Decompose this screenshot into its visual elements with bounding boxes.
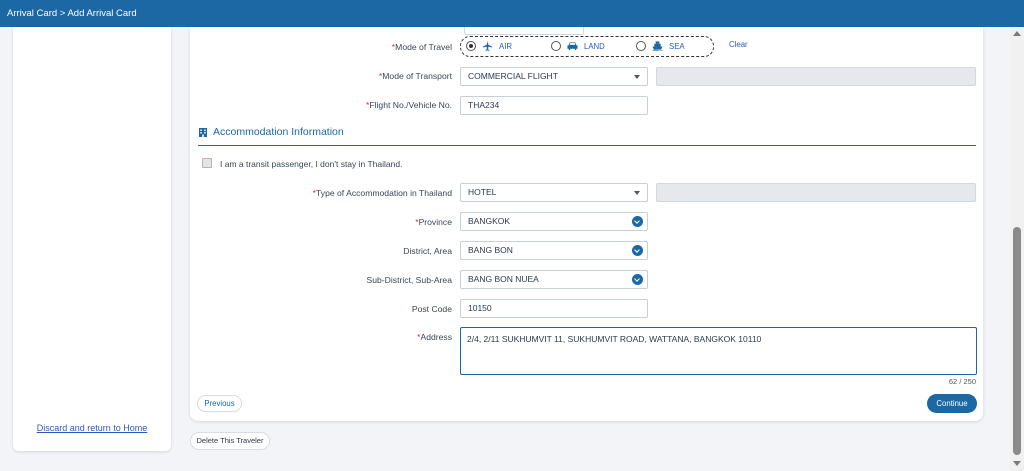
car-icon xyxy=(567,42,578,51)
mode-of-transport-value: COMMERCIAL FLIGHT xyxy=(468,71,558,81)
radio-land-label: LAND xyxy=(584,41,605,51)
scroll-down-arrow-icon[interactable] xyxy=(1013,461,1021,466)
section-title: Accommodation Information xyxy=(198,126,344,138)
subdistrict-label: Sub-District, Sub-Area xyxy=(366,275,453,285)
province-select[interactable]: BANGKOK xyxy=(460,212,648,231)
delete-traveler-button[interactable]: Delete This Traveler xyxy=(190,432,270,450)
mode-of-transport-select[interactable]: COMMERCIAL FLIGHT xyxy=(460,67,648,86)
accommodation-type-select[interactable]: HOTEL xyxy=(460,183,648,202)
previous-field-edge xyxy=(464,27,584,35)
radio-air-circle[interactable] xyxy=(466,41,476,51)
accommodation-other-field xyxy=(656,183,976,202)
subdistrict-value: BANG BON NUEA xyxy=(468,274,539,284)
address-textarea[interactable]: 2/4, 2/11 SUKHUMVIT 11, SUKHUMVIT ROAD, … xyxy=(460,327,977,375)
previous-button[interactable]: Previous xyxy=(197,395,242,412)
chevron-down-icon xyxy=(632,245,643,256)
form-panel: *Mode of Travel AIR LAND SEA Clear *Mode… xyxy=(190,27,983,421)
province-value: BANGKOK xyxy=(468,216,511,226)
mode-of-travel-label: *Mode of Travel xyxy=(391,42,452,52)
continue-button[interactable]: Continue xyxy=(927,394,977,413)
district-value: BANG BON xyxy=(468,245,513,255)
mode-of-transport-label: *Mode of Transport xyxy=(378,71,452,81)
left-panel: Discard and return to Home xyxy=(13,27,171,451)
building-icon xyxy=(199,128,207,137)
transit-passenger-label: I am a transit passenger, I don't stay i… xyxy=(220,159,403,169)
subdistrict-select[interactable]: BANG BON NUEA xyxy=(460,270,648,289)
breadcrumb: Arrival Card > Add Arrival Card xyxy=(7,8,137,19)
flight-number-label: *Flight No./Vehicle No. xyxy=(366,100,452,110)
section-title-text: Accommodation Information xyxy=(213,126,344,138)
discard-return-home-link[interactable]: Discard and return to Home xyxy=(13,423,171,433)
radio-sea-circle[interactable] xyxy=(636,41,646,51)
flight-number-input[interactable]: THA234 xyxy=(460,96,648,115)
radio-sea[interactable]: SEA xyxy=(636,41,685,51)
top-bar: Arrival Card > Add Arrival Card xyxy=(0,0,1024,27)
airplane-icon xyxy=(482,41,493,51)
chevron-down-icon xyxy=(632,274,643,285)
transport-other-field xyxy=(656,67,976,86)
scroll-up-arrow-icon[interactable] xyxy=(1013,31,1021,36)
province-label: *Province xyxy=(415,217,452,227)
chevron-down-icon xyxy=(632,216,643,227)
radio-air-label: AIR xyxy=(499,41,512,51)
chevron-down-icon xyxy=(634,191,640,195)
accommodation-type-value: HOTEL xyxy=(468,187,497,197)
section-divider xyxy=(198,145,976,146)
flight-number-value: THA234 xyxy=(468,100,500,110)
radio-air[interactable]: AIR xyxy=(466,41,512,51)
transit-passenger-checkbox[interactable] xyxy=(202,158,212,168)
page-scrollbar[interactable] xyxy=(1010,27,1024,471)
postcode-value: 10150 xyxy=(468,303,492,313)
chevron-down-icon xyxy=(634,75,640,79)
radio-land-circle[interactable] xyxy=(551,41,561,51)
postcode-input[interactable]: 10150 xyxy=(460,299,648,318)
ship-icon xyxy=(652,41,663,51)
postcode-label: Post Code xyxy=(411,304,452,314)
radio-land[interactable]: LAND xyxy=(551,41,605,51)
address-label: *Address xyxy=(417,332,452,342)
address-char-count: 62 / 250 xyxy=(948,377,976,386)
accommodation-type-label: *Type of Accommodation in Thailand xyxy=(312,188,452,198)
clear-travel-link[interactable]: Clear xyxy=(729,40,748,49)
district-select[interactable]: BANG BON xyxy=(460,241,648,260)
mode-of-travel-group: AIR LAND SEA xyxy=(460,36,714,57)
district-label: District, Area xyxy=(403,246,452,256)
radio-sea-label: SEA xyxy=(669,41,685,51)
scrollbar-thumb[interactable] xyxy=(1013,227,1021,455)
